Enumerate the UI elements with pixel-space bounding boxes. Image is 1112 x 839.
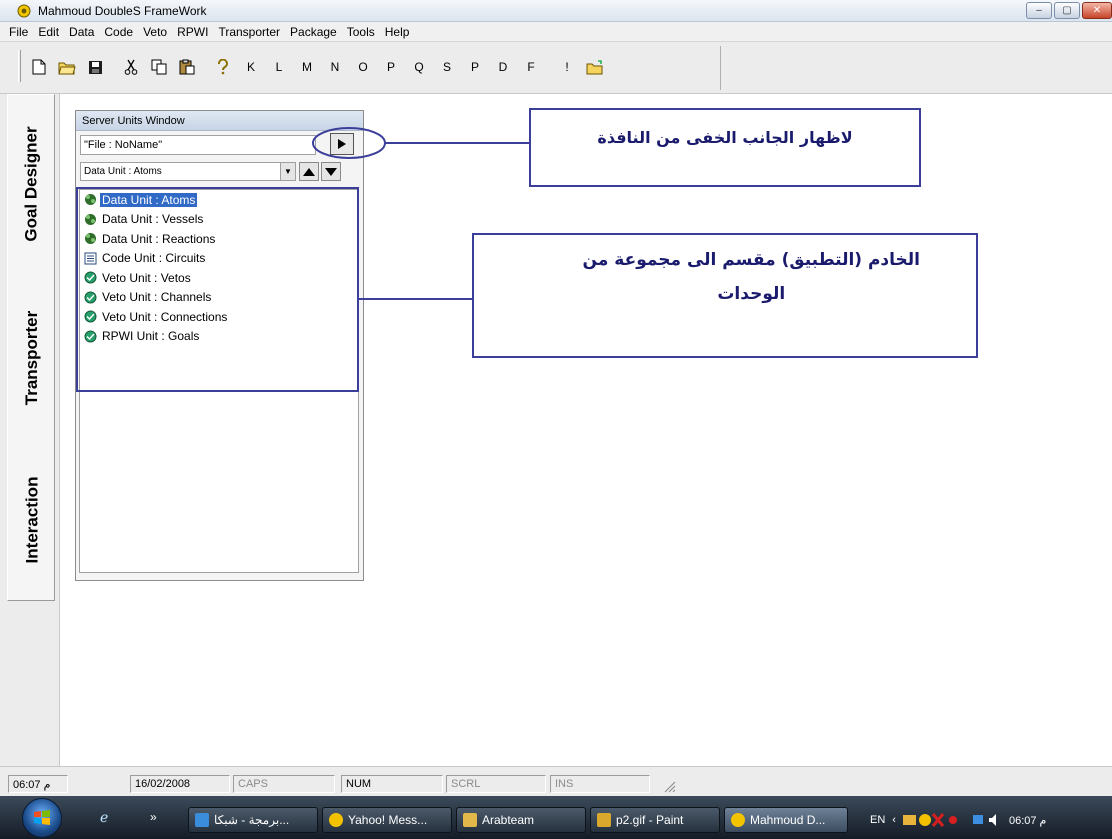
toolbar-end-divider <box>720 46 721 90</box>
app-icon <box>17 4 31 17</box>
windows-logo-icon <box>34 810 50 825</box>
taskbar-app-label: Mahmoud D... <box>750 813 826 827</box>
taskbar-app-label: برمجة - شبكا... <box>214 813 290 827</box>
callout-server-units: الخادم (التطبيق) مقسم الى مجموعة من الوح… <box>472 233 978 358</box>
menu-edit[interactable]: Edit <box>33 25 64 39</box>
tray-expand-icon[interactable]: ‹ <box>892 814 896 826</box>
status-bar: 06:07 م 16/02/2008 CAPS NUM SCRL INS <box>0 766 1112 796</box>
new-file-icon[interactable] <box>28 56 50 78</box>
tab-goal-designer[interactable]: Goal Designer <box>8 99 56 269</box>
menu-help[interactable]: Help <box>380 25 415 39</box>
ie-quicklaunch-icon[interactable]: ℯ <box>100 809 108 826</box>
menu-package[interactable]: Package <box>285 25 342 39</box>
help-icon[interactable] <box>212 56 234 78</box>
callout-hidden-side: لاظهار الجانب الخفى من النافذة <box>529 108 921 187</box>
menu-data[interactable]: Data <box>64 25 99 39</box>
language-indicator[interactable]: EN <box>870 814 885 826</box>
minimize-button[interactable]: – <box>1026 2 1052 19</box>
move-down-button[interactable] <box>321 162 341 181</box>
tab-goal-designer-label: Goal Designer <box>22 126 42 242</box>
quicklaunch-chevron-icon[interactable]: » <box>150 810 157 824</box>
triangle-up-icon <box>303 167 315 176</box>
status-caps: CAPS <box>233 775 335 793</box>
taskbar: ℯ » برمجة - شبكا... Yahoo! Mess... Arabt… <box>0 796 1112 839</box>
app-icon <box>731 813 745 827</box>
ie-icon <box>195 813 209 827</box>
taskbar-app-yahoo[interactable]: Yahoo! Mess... <box>322 807 452 833</box>
triangle-down-icon <box>325 167 337 176</box>
file-label: "File : NoName" <box>80 135 316 155</box>
maximize-button[interactable]: ▢ <box>1054 2 1080 19</box>
unit-selector-value: Data Unit : Atoms <box>84 166 162 177</box>
menu-veto[interactable]: Veto <box>138 25 172 39</box>
toolbar-p-button[interactable]: P <box>380 56 402 78</box>
status-num: NUM <box>341 775 443 793</box>
tab-interaction[interactable]: Interaction <box>8 445 56 595</box>
toolbar-k-button[interactable]: K <box>240 56 262 78</box>
open-folder-icon[interactable] <box>56 56 78 78</box>
server-units-title: Server Units Window <box>76 111 363 131</box>
tab-interaction-label: Interaction <box>22 476 41 564</box>
status-ins: INS <box>550 775 650 793</box>
toolbar-f-button[interactable]: F <box>520 56 542 78</box>
toolbar-l-button[interactable]: L <box>268 56 290 78</box>
open-folder-arrow-icon[interactable] <box>584 56 606 78</box>
status-date: 16/02/2008 <box>130 775 230 793</box>
tab-transporter[interactable]: Transporter <box>8 283 56 433</box>
side-tab-strip: Goal Designer Transporter Interaction <box>0 94 60 766</box>
tab-transporter-label: Transporter <box>22 310 42 406</box>
taskbar-app-label: p2.gif - Paint <box>616 813 684 827</box>
expand-panel-button[interactable] <box>330 133 354 155</box>
toolbar-grip[interactable] <box>18 50 21 82</box>
network-volume-icons[interactable] <box>972 813 1003 827</box>
window-title: Mahmoud DoubleS FrameWork <box>38 3 207 18</box>
callout-server-units-line1: الخادم (التطبيق) مقسم الى مجموعة من <box>582 250 920 270</box>
close-button[interactable]: ✕ <box>1082 2 1112 19</box>
paint-icon <box>597 813 611 827</box>
status-scrl: SCRL <box>446 775 546 793</box>
play-icon <box>338 139 346 149</box>
toolbar-exclaim-button[interactable]: ! <box>556 56 578 78</box>
toolbar-s-button[interactable]: S <box>436 56 458 78</box>
taskbar-app-label: Yahoo! Mess... <box>348 813 428 827</box>
resize-grip-icon[interactable] <box>662 779 676 793</box>
callout-server-units-line2: الوحدات <box>717 284 786 304</box>
menu-tools[interactable]: Tools <box>342 25 380 39</box>
taskbar-app-paint[interactable]: p2.gif - Paint <box>590 807 720 833</box>
toolbar-d-button[interactable]: D <box>492 56 514 78</box>
toolbar-p2-button[interactable]: P <box>464 56 486 78</box>
taskbar-app-ie[interactable]: برمجة - شبكا... <box>188 807 318 833</box>
save-icon[interactable] <box>84 56 106 78</box>
toolbar-o-button[interactable]: O <box>352 56 374 78</box>
move-up-button[interactable] <box>299 162 319 181</box>
side-tab-panel: Goal Designer Transporter Interaction <box>7 94 55 601</box>
menu-transporter[interactable]: Transporter <box>213 25 285 39</box>
start-button[interactable] <box>22 798 62 838</box>
tray-clock[interactable]: 06:07 م <box>1009 814 1046 827</box>
tray-icons[interactable] <box>902 813 965 827</box>
taskbar-app-arabteam[interactable]: Arabteam <box>456 807 586 833</box>
paste-icon[interactable] <box>176 56 198 78</box>
taskbar-app-label: Arabteam <box>482 813 535 827</box>
units-highlight-box <box>76 187 359 392</box>
toolbar: K L M N O P Q S P D F ! <box>0 42 1112 94</box>
toolbar-n-button[interactable]: N <box>324 56 346 78</box>
menu-bar: File Edit Data Code Veto RPWI Transporte… <box>0 22 1112 42</box>
unit-selector[interactable]: Data Unit : Atoms ▼ <box>80 162 296 181</box>
folder-icon <box>463 813 477 827</box>
callout-hidden-side-text: لاظهار الجانب الخفى من النافذة <box>597 128 853 147</box>
toolbar-q-button[interactable]: Q <box>408 56 430 78</box>
menu-rpwi[interactable]: RPWI <box>172 25 213 39</box>
copy-icon[interactable] <box>148 56 170 78</box>
taskbar-app-mahmoud[interactable]: Mahmoud D... <box>724 807 848 833</box>
title-bar: Mahmoud DoubleS FrameWork – ▢ ✕ <box>0 0 1112 22</box>
menu-file[interactable]: File <box>4 25 33 39</box>
chevron-down-icon[interactable]: ▼ <box>280 163 295 180</box>
status-time: 06:07 م <box>8 775 68 793</box>
toolbar-m-button[interactable]: M <box>296 56 318 78</box>
system-tray: EN ‹ 06:07 م <box>870 807 1053 833</box>
yahoo-icon <box>329 813 343 827</box>
cut-icon[interactable] <box>120 56 142 78</box>
menu-code[interactable]: Code <box>99 25 138 39</box>
